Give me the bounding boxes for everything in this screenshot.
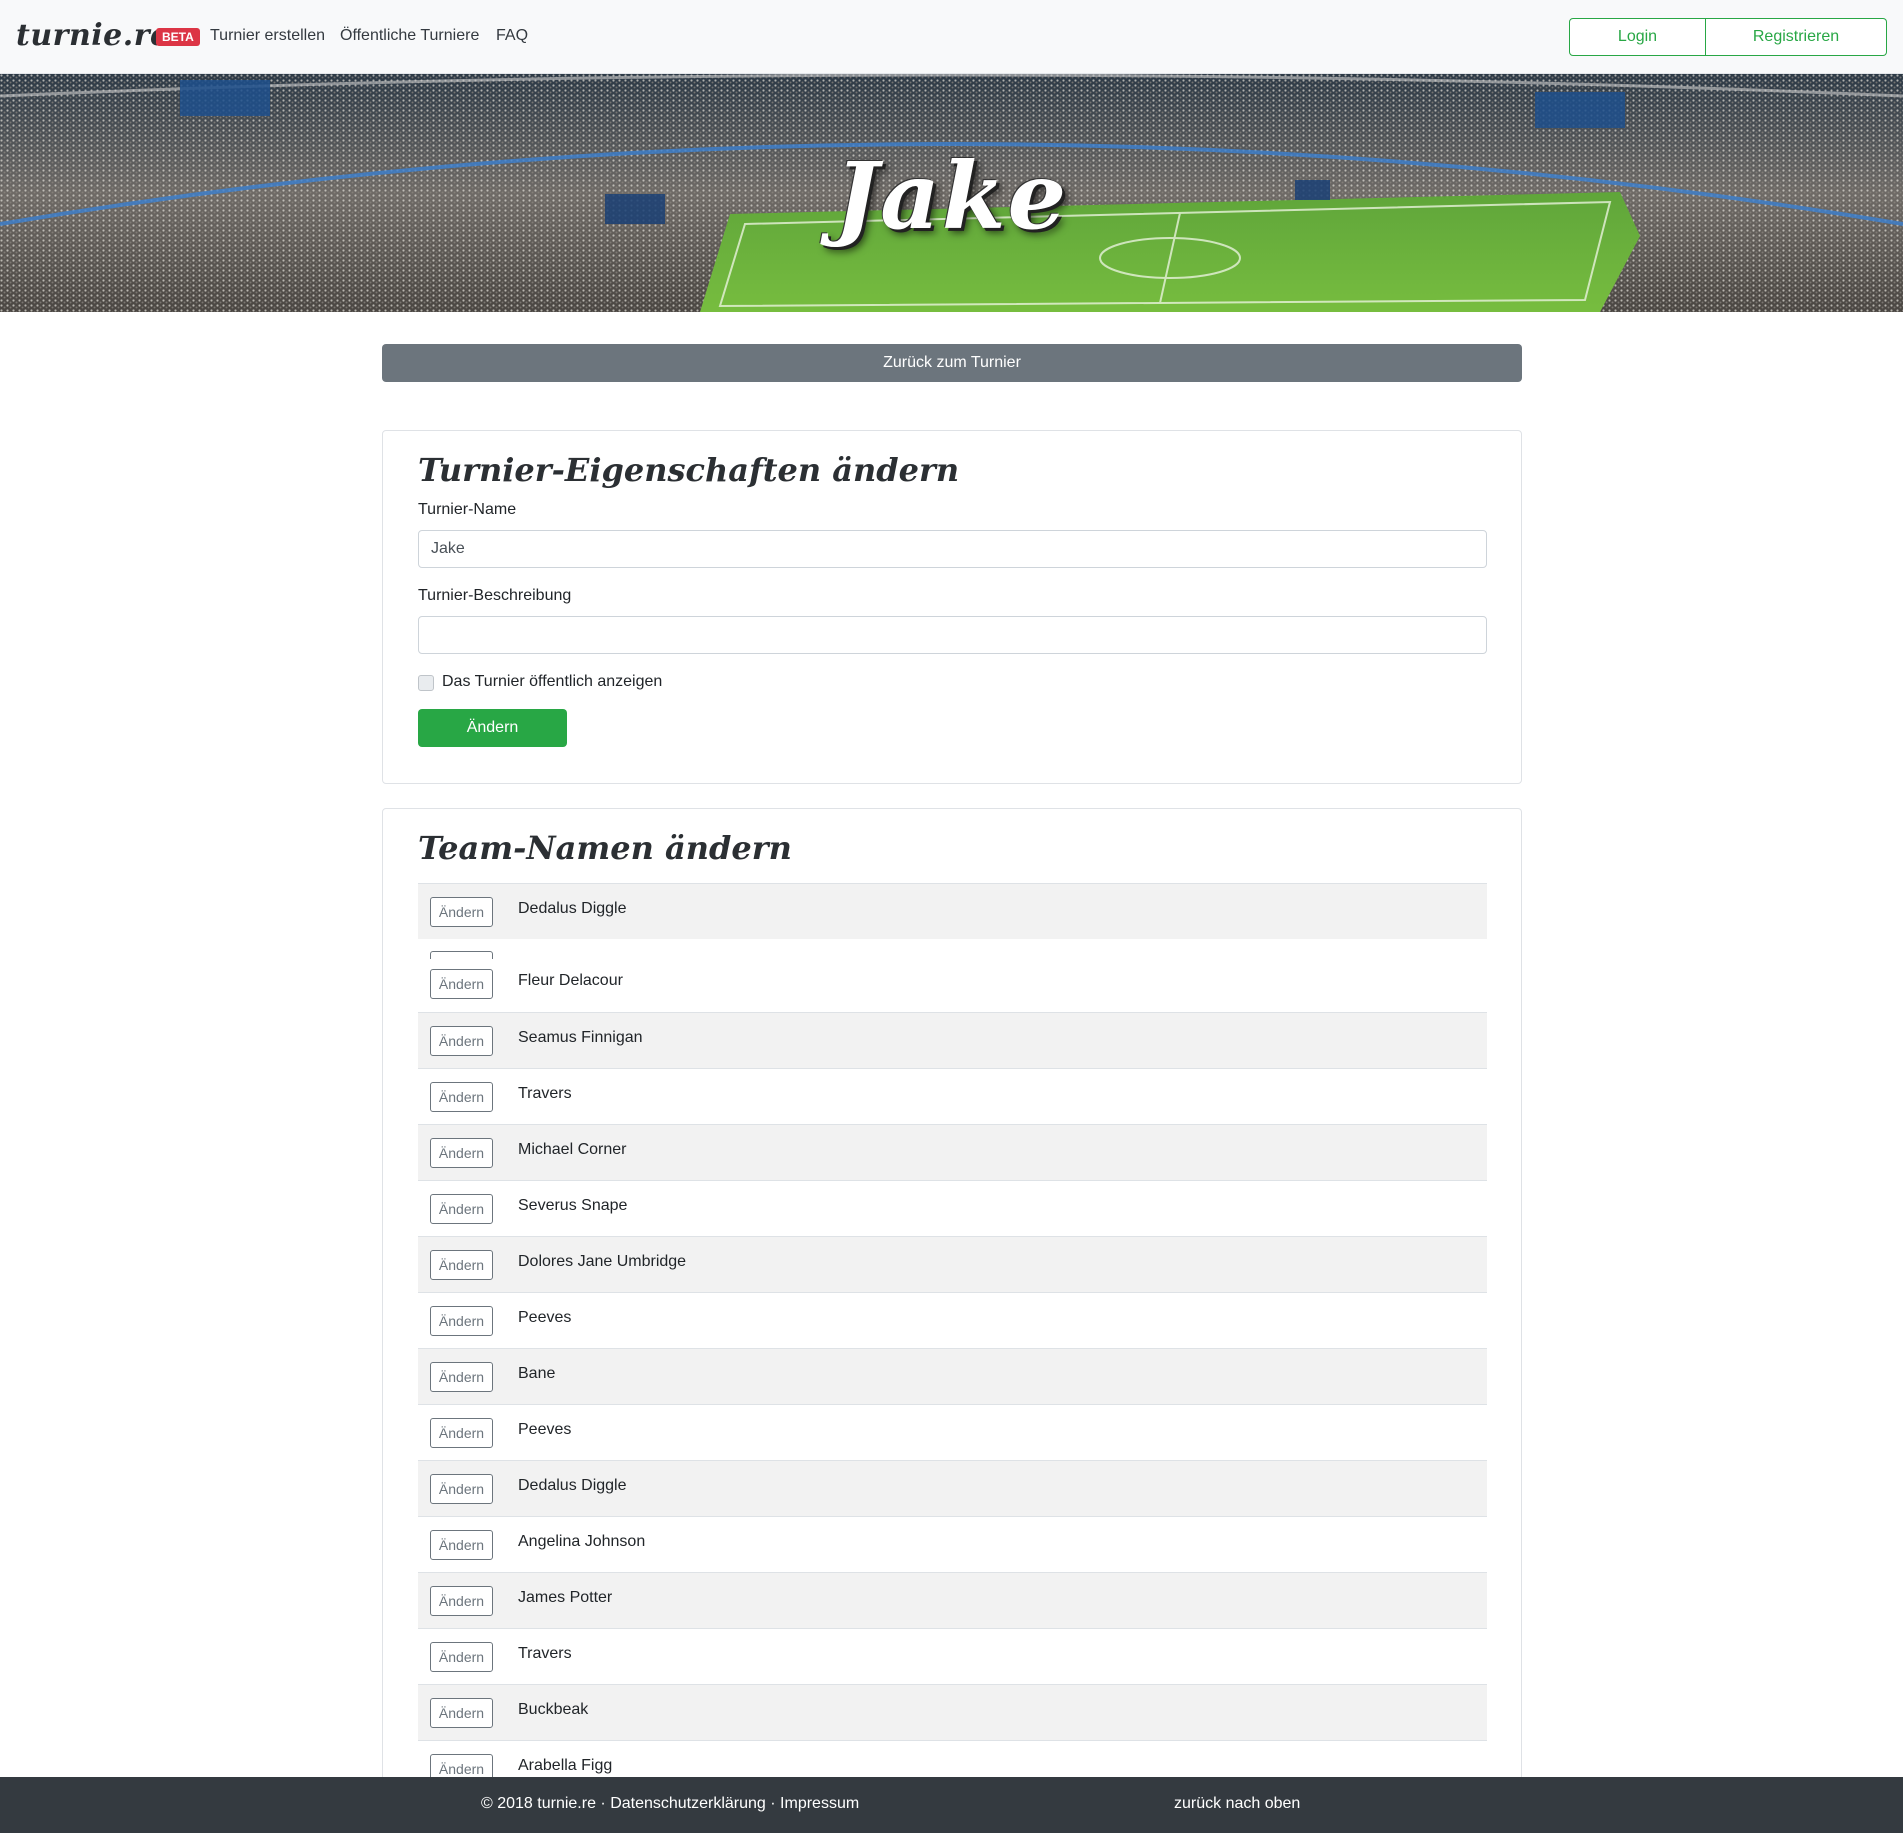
team-name: James Potter xyxy=(518,1589,613,1606)
edit-team-button[interactable]: Ändern xyxy=(430,897,493,927)
team-row: Ändern Peeves xyxy=(418,1292,1487,1348)
team-row: Ändern Bane xyxy=(418,1348,1487,1404)
teams-card-title: Team-Namen ändern xyxy=(418,829,792,867)
brand-logo[interactable]: turnie.re xyxy=(16,18,170,53)
team-name: Michael Corner xyxy=(518,1141,627,1158)
nav-link-create-tournament[interactable]: Turnier erstellen xyxy=(210,27,325,45)
team-row: Ändern Travers xyxy=(418,1628,1487,1684)
footer: © 2018 turnie.re · Datenschutzerklärung … xyxy=(0,1777,1903,1833)
tournament-properties-card: Turnier-Eigenschaften ändern Turnier-Nam… xyxy=(382,430,1522,784)
team-name: Dedalus Diggle xyxy=(518,900,627,917)
edit-team-button[interactable]: Ändern xyxy=(430,1698,493,1728)
team-name: Travers xyxy=(518,1085,572,1102)
tournament-title: Jake xyxy=(834,142,1069,250)
team-row: Ändern Dedalus Diggle xyxy=(418,1460,1487,1516)
team-row: Ändern Severus Snape xyxy=(418,1180,1487,1236)
team-name: Angelina Johnson xyxy=(518,1533,646,1550)
team-name: Peeves xyxy=(518,1421,572,1438)
edit-team-button[interactable]: Ändern xyxy=(430,1026,493,1056)
team-names-card: Team-Namen ändern Ändern Dedalus Diggle Än… xyxy=(382,808,1522,1808)
back-to-top-link[interactable]: zurück nach oben xyxy=(1174,1795,1300,1813)
edit-team-button[interactable]: Ändern xyxy=(430,1138,493,1168)
edit-team-button[interactable]: Ändern xyxy=(430,1362,493,1392)
save-properties-button[interactable]: Ändern xyxy=(418,709,567,747)
nav-link-public-tournaments[interactable]: Öffentliche Turniere xyxy=(340,27,479,45)
team-row: Ändern Seamus Finnigan xyxy=(418,1012,1487,1068)
team-row: Ändern Fleur Delacour xyxy=(418,956,1487,1012)
team-name: Severus Snape xyxy=(518,1197,628,1214)
team-name: Seamus Finnigan xyxy=(518,1029,643,1046)
edit-team-button[interactable]: Ändern xyxy=(430,1418,493,1448)
navbar: turnie.re BETA Turnier erstellen Öffentl… xyxy=(0,0,1903,74)
team-name: Buckbeak xyxy=(518,1701,589,1718)
tournament-description-input[interactable] xyxy=(418,616,1487,654)
login-button[interactable]: Login xyxy=(1569,18,1706,56)
tournament-name-label: Turnier-Name xyxy=(418,501,517,518)
team-name: Dolores Jane Umbridge xyxy=(518,1253,687,1270)
edit-team-button[interactable]: Ändern xyxy=(430,1642,493,1672)
edit-team-button[interactable]: Ändern xyxy=(430,1754,493,1778)
team-row: Ändern Michael Corner xyxy=(418,1124,1487,1180)
team-row: Ändern Dedalus Diggle xyxy=(418,883,1487,939)
team-name: Travers xyxy=(518,1645,572,1662)
team-name: Arabella Figg xyxy=(518,1757,613,1774)
edit-team-button[interactable]: Ändern xyxy=(430,1306,493,1336)
footer-links[interactable]: © 2018 turnie.re · Datenschutzerklärung … xyxy=(481,1795,859,1813)
team-list: Ändern Dedalus Diggle Ändern Fleur Delacour… xyxy=(418,883,1487,1778)
team-name: Bane xyxy=(518,1365,556,1382)
team-row: Ändern Arabella Figg xyxy=(418,1740,1487,1778)
team-row: Ändern Buckbeak xyxy=(418,1684,1487,1740)
team-name: Fleur Delacour xyxy=(518,972,623,989)
tournament-description-label: Turnier-Beschreibung xyxy=(418,587,572,604)
team-name: Peeves xyxy=(518,1309,572,1326)
nav-link-faq[interactable]: FAQ xyxy=(496,27,528,45)
team-row: Ändern Travers xyxy=(418,1068,1487,1124)
team-row: Ändern Peeves xyxy=(418,1404,1487,1460)
hero-banner: Jake xyxy=(0,74,1903,312)
edit-team-button[interactable]: Ändern xyxy=(430,1082,493,1112)
team-name: Dedalus Diggle xyxy=(518,1477,627,1494)
edit-team-button[interactable]: Ändern xyxy=(430,1586,493,1616)
tournament-name-input[interactable]: Jake xyxy=(418,530,1487,568)
back-to-tournament-button[interactable]: Zurück zum Turnier xyxy=(382,344,1522,382)
public-checkbox[interactable] xyxy=(418,675,434,691)
properties-card-title: Turnier-Eigenschaften ändern xyxy=(418,451,960,489)
edit-team-button[interactable]: Ändern xyxy=(430,969,493,999)
team-row: Ändern Dolores Jane Umbridge xyxy=(418,1236,1487,1292)
beta-badge: BETA xyxy=(156,28,200,46)
public-checkbox-label[interactable]: Das Turnier öffentlich anzeigen xyxy=(442,673,662,691)
edit-team-button[interactable]: Ändern xyxy=(430,1194,493,1224)
edit-team-button[interactable]: Ändern xyxy=(430,1250,493,1280)
team-row: Ändern James Potter xyxy=(418,1572,1487,1628)
edit-team-button[interactable]: Ändern xyxy=(430,1530,493,1560)
edit-team-button[interactable]: Ändern xyxy=(430,1474,493,1504)
auth-button-group: Login Registrieren xyxy=(1569,18,1887,56)
register-button[interactable]: Registrieren xyxy=(1706,18,1887,56)
team-row: Ändern Angelina Johnson xyxy=(418,1516,1487,1572)
